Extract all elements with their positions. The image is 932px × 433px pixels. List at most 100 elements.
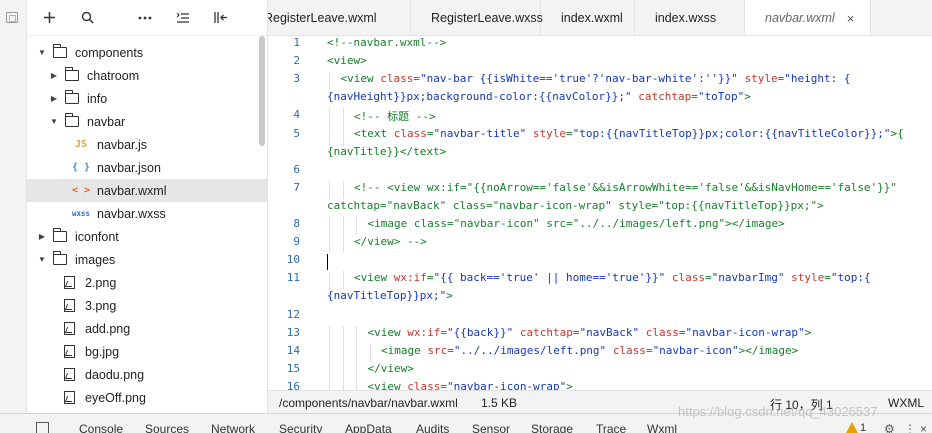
tree-item[interactable]: add.png (27, 317, 267, 340)
chevron-right-icon[interactable]: ▶ (37, 232, 47, 242)
indent-guide (329, 379, 330, 390)
devtools-tab[interactable]: Wxml (647, 422, 677, 433)
code-line: 7 <!-- <view wx:if="{{noArrow=='false'&&i… (268, 181, 932, 199)
warning-icon[interactable] (846, 422, 858, 433)
code-token: wx:if (393, 271, 427, 285)
code-line: 11 <view wx:if="{{ back=='true' || home==… (268, 271, 932, 289)
code-text: <!--navbar.wxml--> (327, 36, 446, 49)
tree-item[interactable]: ▶ info (27, 87, 267, 110)
code-line: 12 (268, 308, 932, 326)
folder-icon (64, 90, 79, 104)
tree-item[interactable]: ▶ iconfont (27, 225, 267, 248)
chevron-down-icon[interactable]: ▼ (37, 48, 47, 58)
tree-item-label: eyeOff.png (85, 390, 146, 405)
code-token: class (671, 271, 706, 285)
activity-strip (0, 0, 27, 413)
devtools-tab[interactable]: Sensor (472, 422, 510, 433)
code-token: <!-- 标题 --> (354, 110, 436, 124)
collapse-panel-icon[interactable] (213, 10, 229, 26)
code-token: "{{ back=='true' || home=='true'}}" (433, 271, 666, 285)
chevron-down-icon[interactable]: ▼ (37, 255, 47, 265)
indent-guide (356, 343, 357, 362)
window-icon[interactable] (6, 12, 18, 23)
indent-guide (329, 108, 330, 127)
indent-guide (329, 343, 330, 362)
sort-icon[interactable] (175, 10, 191, 26)
chevron-right-icon[interactable]: ▶ (49, 94, 59, 104)
chevron-down-icon[interactable]: ▼ (49, 117, 59, 127)
tree-item[interactable]: JS navbar.js (27, 133, 267, 156)
code-line: 15 </view> (268, 362, 932, 380)
editor-tab-label: index.wxss (655, 11, 717, 25)
code-text: {navTitle}}</text> (327, 145, 446, 158)
devtools-tab[interactable]: AppData (345, 422, 392, 433)
line-number: 10 (286, 253, 300, 267)
code-token: <image class="navbar-icon" src="../../im… (367, 217, 785, 230)
chevron-right-icon[interactable]: ▶ (49, 71, 59, 81)
tree-item[interactable]: eyeOff.png (27, 386, 267, 409)
code-token: {navTitle}}</text> (327, 144, 447, 158)
editor-tab[interactable]: navbar.wxml × (745, 0, 871, 35)
code-text: </view> (368, 362, 414, 375)
tree-item-label: navbar.wxml (97, 183, 167, 198)
close-icon[interactable]: × (920, 422, 927, 433)
line-number: 7 (293, 180, 300, 194)
code-token: = (440, 379, 447, 390)
devtools-tab[interactable]: Audits (416, 422, 449, 433)
devtools-tab[interactable]: Trace (596, 422, 626, 433)
tree-item-label: add.png (85, 321, 131, 336)
editor-tab[interactable]: index.wxml (541, 0, 635, 35)
devtools-tab[interactable]: Sources (145, 422, 189, 433)
indent-guide (342, 217, 344, 236)
tree-item[interactable]: ▼ navbar (27, 110, 267, 133)
devtools-tab[interactable]: Console (79, 422, 123, 433)
ellipsis-icon[interactable] (137, 10, 153, 26)
inspect-icon[interactable] (36, 422, 49, 433)
devtools-tab[interactable]: Network (211, 422, 255, 433)
menu-icon[interactable]: ⋮ (904, 422, 916, 433)
code-line: 16 <view class="navbar-icon-wrap"> (268, 380, 932, 390)
status-cursor-position[interactable]: 行 10，列 1 (770, 396, 833, 413)
tree-item[interactable]: 2.png (27, 271, 267, 294)
tree-item-label: images (75, 252, 116, 267)
tree-item[interactable]: ▼ components (27, 41, 267, 64)
devtools-tab[interactable]: Storage (531, 422, 573, 433)
plus-icon[interactable] (41, 10, 57, 26)
wxml-file-icon: < > (71, 185, 91, 196)
settings-icon[interactable]: ⚙ (884, 422, 895, 433)
code-text: </view> --> (354, 235, 427, 248)
tree-item-label: navbar (87, 114, 126, 129)
devtools-tab[interactable]: Security (279, 422, 322, 433)
line-number: 14 (286, 343, 300, 357)
editor-tab[interactable]: RegisterLeave.wxss (411, 0, 543, 35)
code-editor[interactable]: 1 <!--navbar.wxml--> 2 <view> 3 <view class="… (268, 36, 932, 390)
code-token: "{{back}}" (447, 325, 514, 339)
tree-item[interactable]: wxss navbar.wxss (27, 202, 267, 225)
folder-icon (64, 67, 79, 81)
tree-item[interactable]: { } navbar.json (27, 156, 267, 179)
tree-item[interactable]: ▼ images (27, 248, 267, 271)
tree-item[interactable]: ▶ chatroom (27, 64, 267, 87)
editor-tab[interactable]: index.wxss (635, 0, 745, 35)
code-token: "toTop" (697, 90, 745, 104)
code-text: <view class="navbar-icon-wrap"> (368, 380, 573, 390)
search-icon[interactable] (79, 10, 95, 26)
line-number: 1 (293, 36, 300, 49)
code-line: 2 <view> (268, 54, 932, 72)
code-token: = (565, 126, 573, 140)
line-number: 9 (293, 235, 300, 249)
code-text: <image class="navbar-icon" src="../../im… (368, 217, 785, 230)
status-language[interactable]: WXML (888, 396, 924, 410)
warning-count[interactable]: 1 (860, 422, 866, 433)
indent-guide (329, 217, 330, 236)
tree-item[interactable]: < > navbar.wxml (27, 179, 267, 202)
tree-item[interactable]: 3.png (27, 294, 267, 317)
code-token: style (532, 126, 566, 140)
code-token: class (393, 126, 427, 140)
editor-tab[interactable]: RegisterLeave.wxml (268, 0, 411, 35)
tree-item[interactable]: daodu.png (27, 363, 267, 386)
close-tab-icon[interactable]: × (847, 11, 855, 26)
tree-item[interactable]: bg.jpg (27, 340, 267, 363)
